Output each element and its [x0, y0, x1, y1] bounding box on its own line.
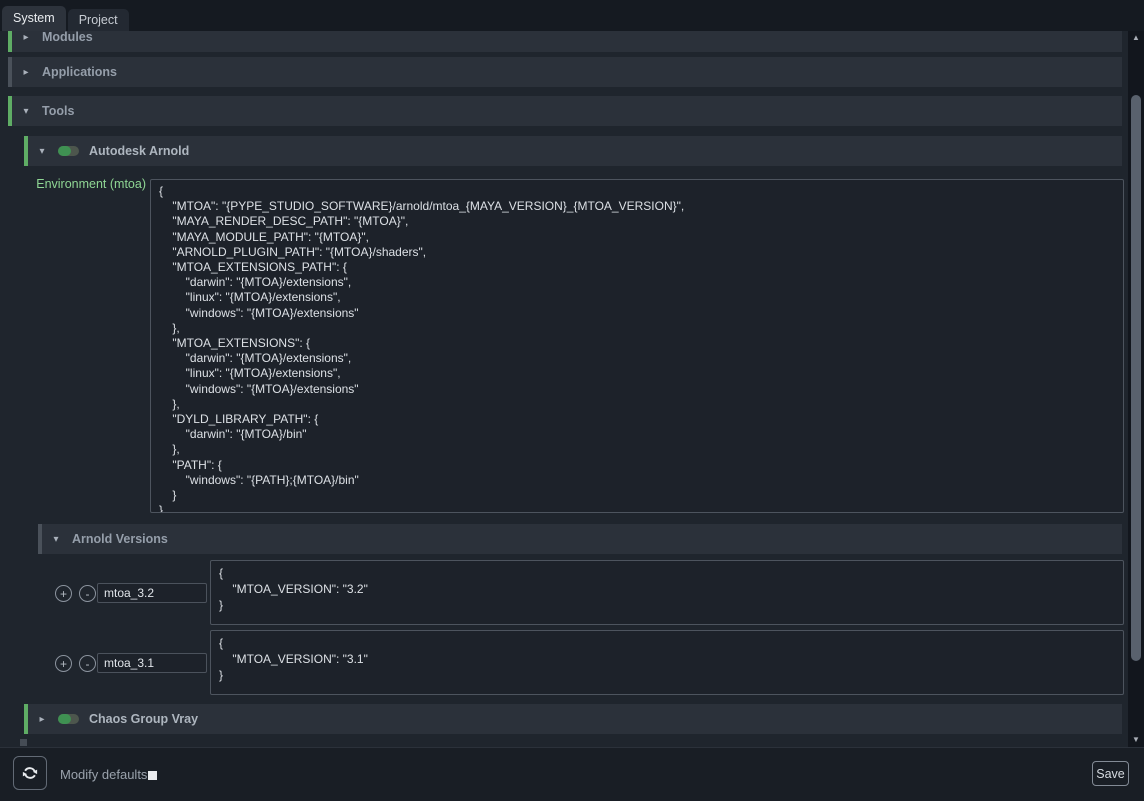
- tab-bar: System Project: [0, 0, 1144, 31]
- chevron-down-icon: ▾: [50, 534, 62, 545]
- footer-toolbar: Modify defaults Save: [0, 747, 1144, 801]
- toggle-knob: [58, 146, 71, 156]
- chevron-right-icon: ▸: [20, 67, 32, 78]
- section-header-tools[interactable]: ▾ Tools: [8, 96, 1122, 126]
- section-header-applications[interactable]: ▸ Applications: [8, 57, 1122, 87]
- section-title: Chaos Group Vray: [89, 712, 198, 726]
- version-json-editor[interactable]: { "MTOA_VERSION": "3.2" }: [210, 560, 1124, 625]
- refresh-button[interactable]: [13, 756, 47, 790]
- tab-system[interactable]: System: [2, 6, 66, 31]
- chevron-down-icon: ▾: [36, 146, 48, 157]
- add-version-button[interactable]: +: [55, 585, 72, 602]
- tab-project[interactable]: Project: [68, 9, 129, 31]
- toggle-knob: [58, 714, 71, 724]
- save-button[interactable]: Save: [1092, 761, 1129, 786]
- section-header-modules[interactable]: ▸ Modules: [8, 31, 1122, 52]
- section-title: Autodesk Arnold: [89, 144, 189, 158]
- environment-json-editor[interactable]: { "MTOA": "{PYPE_STUDIO_SOFTWARE}/arnold…: [150, 179, 1124, 513]
- scrollbar-thumb[interactable]: [1131, 95, 1141, 661]
- section-title: Arnold Versions: [72, 532, 168, 546]
- environment-label: Environment (mtoa): [0, 177, 146, 191]
- chevron-down-icon: ▾: [20, 106, 32, 117]
- remove-version-button[interactable]: -: [79, 585, 96, 602]
- chevron-right-icon: ▸: [36, 714, 48, 725]
- vertical-scrollbar[interactable]: ▲ ▼: [1128, 31, 1144, 747]
- section-title: Modules: [42, 31, 93, 44]
- section-title: Applications: [42, 65, 117, 79]
- scroll-down-arrow-icon[interactable]: ▼: [1128, 733, 1144, 747]
- remove-version-button[interactable]: -: [79, 655, 96, 672]
- version-key-input[interactable]: [97, 653, 207, 673]
- add-version-button[interactable]: +: [55, 655, 72, 672]
- section-header-arnold-versions[interactable]: ▾ Arnold Versions: [38, 524, 1122, 554]
- modify-defaults-checkbox[interactable]: [148, 771, 157, 780]
- next-section-sliver: [20, 739, 27, 746]
- refresh-icon: [21, 764, 39, 782]
- chevron-right-icon: ▸: [20, 32, 32, 43]
- modify-defaults-label: Modify defaults: [60, 748, 147, 801]
- section-header-chaos-group-vray[interactable]: ▸ Chaos Group Vray: [24, 704, 1122, 734]
- section-title: Tools: [42, 104, 74, 118]
- version-key-input[interactable]: [97, 583, 207, 603]
- version-json-editor[interactable]: { "MTOA_VERSION": "3.1" }: [210, 630, 1124, 695]
- vray-enabled-toggle[interactable]: [58, 714, 79, 724]
- section-header-autodesk-arnold[interactable]: ▾ Autodesk Arnold: [24, 136, 1122, 166]
- scroll-up-arrow-icon[interactable]: ▲: [1128, 31, 1144, 45]
- arnold-enabled-toggle[interactable]: [58, 146, 79, 156]
- settings-scroll-area: ▸ Modules ▸ Applications ▾ Tools ▾ Autod…: [0, 31, 1128, 747]
